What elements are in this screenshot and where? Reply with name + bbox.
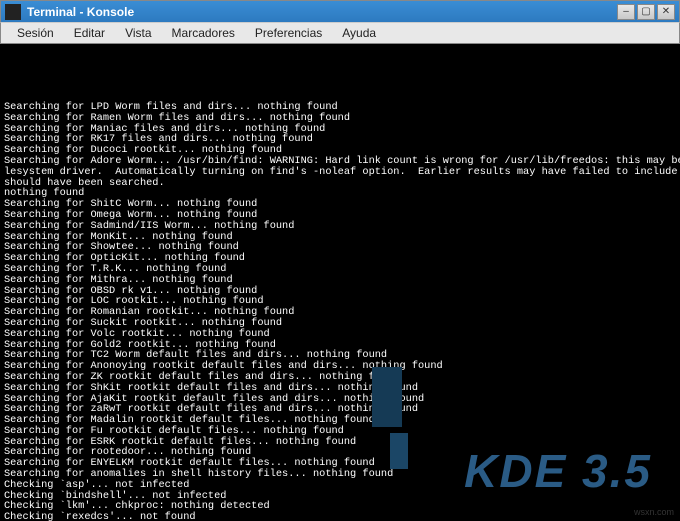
maximize-button[interactable]: ▢ — [637, 4, 655, 20]
terminal-lines-container: Searching for LPD Worm files and dirs...… — [4, 102, 676, 521]
terminal-line: Searching for Sadmind/IIS Worm... nothin… — [4, 221, 676, 232]
menu-ayuda[interactable]: Ayuda — [332, 24, 386, 42]
menu-vista[interactable]: Vista — [115, 24, 161, 42]
menu-sesion[interactable]: Sesión — [7, 24, 64, 42]
terminal-line: should have been searched. — [4, 178, 676, 189]
menu-preferencias[interactable]: Preferencias — [245, 24, 332, 42]
menu-editar[interactable]: Editar — [64, 24, 115, 42]
terminal-line: Searching for ShKit rootkit default file… — [4, 383, 676, 394]
terminal-line: Checking `rexedcs'... not found — [4, 512, 676, 521]
close-button[interactable]: ✕ — [657, 4, 675, 20]
menubar: Sesión Editar Vista Marcadores Preferenc… — [0, 22, 680, 44]
window-title: Terminal - Konsole — [27, 5, 615, 19]
menu-marcadores[interactable]: Marcadores — [162, 24, 245, 42]
terminal-app-icon — [5, 4, 21, 20]
minimize-button[interactable]: – — [617, 4, 635, 20]
terminal-line: Searching for Mithra... nothing found — [4, 275, 676, 286]
terminal-line: lesystem driver. Automatically turning o… — [4, 167, 676, 178]
titlebar: Terminal - Konsole – ▢ ✕ — [0, 0, 680, 22]
terminal-output[interactable]: KDE 3.5 Searching for LPD Worm files and… — [0, 44, 680, 521]
terminal-line: Searching for Ramen Worm files and dirs.… — [4, 113, 676, 124]
terminal-line: Searching for Volc rootkit... nothing fo… — [4, 329, 676, 340]
